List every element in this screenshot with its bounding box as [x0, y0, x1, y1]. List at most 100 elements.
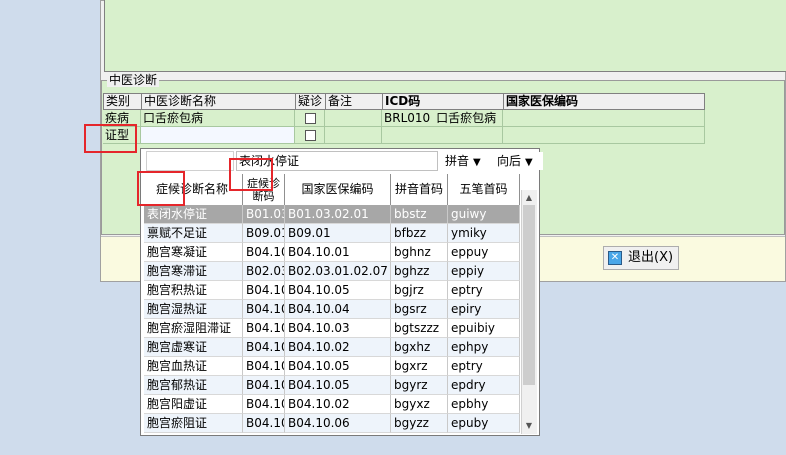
picker-row-name: 表闭水停证 [144, 205, 243, 224]
picker-row-wubi: epuibiy [448, 319, 520, 338]
picker-row-code: B01.03 [243, 205, 285, 224]
picker-row-code: B04.10 [243, 338, 285, 357]
picker-row[interactable]: 胞宫瘀阻证 B04.10 B04.10.06 bgyzz epuby [144, 414, 520, 433]
picker-row[interactable]: 胞宫血热证 B04.10 B04.10.05 bgxrz eptry [144, 357, 520, 376]
picker-row-code: B04.10 [243, 319, 285, 338]
row2-note[interactable] [325, 127, 382, 144]
picker-row-insurance: B04.10.05 [285, 281, 391, 300]
chevron-down-icon: ▼ [525, 157, 533, 168]
row1-suspected-checkbox[interactable] [305, 113, 316, 124]
picker-row-insurance: B04.10.04 [285, 300, 391, 319]
upper-panel [104, 0, 786, 72]
highlight-name-header [137, 171, 185, 206]
picker-row[interactable]: 胞宫瘀湿阻滞证 B04.10 B04.10.03 bgtszzz epuibiy [144, 319, 520, 338]
picker-row-insurance: B04.10.02 [285, 395, 391, 414]
col-header-category[interactable]: 类别 [103, 93, 141, 110]
col-header-name[interactable]: 中医诊断名称 [141, 93, 295, 110]
picker-row-code: B04.10 [243, 357, 285, 376]
col-header-icd[interactable]: ICD码 [382, 93, 503, 110]
picker-row[interactable]: 胞宫虚寒证 B04.10 B04.10.02 bgxhz ephpy [144, 338, 520, 357]
picker-row[interactable]: 胞宫积热证 B04.10 B04.10.05 bgjrz eptry [144, 281, 520, 300]
picker-header-wubi[interactable]: 五笔首码 [448, 174, 520, 206]
row2-icd[interactable] [382, 127, 503, 144]
picker-row-insurance: B09.01 [285, 224, 391, 243]
picker-row-wubi: epiry [448, 300, 520, 319]
picker-row-wubi: guiwy [448, 205, 520, 224]
picker-row-wubi: eptry [448, 357, 520, 376]
row2-name[interactable] [141, 127, 295, 144]
picker-row-wubi: ephpy [448, 338, 520, 357]
picker-row-pinyin: bgyxz [391, 395, 448, 414]
row1-name[interactable]: 口舌瘀包病 [141, 110, 295, 127]
col-header-insurance[interactable]: 国家医保编码 [503, 93, 705, 110]
picker-row-insurance: B04.10.02 [285, 338, 391, 357]
picker-row-insurance: B04.10.01 [285, 243, 391, 262]
picker-left-field[interactable] [146, 151, 234, 171]
picker-row-wubi: epdry [448, 376, 520, 395]
picker-row-code: B04.10 [243, 243, 285, 262]
col-header-suspected[interactable]: 疑诊 [295, 93, 325, 110]
picker-row[interactable]: 胞宫寒滞证 B02.03 B02.03.01.02.07 bghzz eppiy [144, 262, 520, 281]
picker-row-wubi: epbhy [448, 395, 520, 414]
picker-row-insurance: B02.03.01.02.07 [285, 262, 391, 281]
picker-row-name: 胞宫湿热证 [144, 300, 243, 319]
picker-header-pinyin[interactable]: 拼音首码 [391, 174, 448, 206]
picker-row-name: 胞宫瘀湿阻滞证 [144, 319, 243, 338]
col-header-note[interactable]: 备注 [325, 93, 382, 110]
picker-row[interactable]: 禀赋不足证 B09.01 B09.01 bfbzz ymiky [144, 224, 520, 243]
picker-row-code: B04.10 [243, 300, 285, 319]
picker-row-wubi: eptry [448, 281, 520, 300]
picker-row-wubi: ymiky [448, 224, 520, 243]
picker-row-pinyin: bgxhz [391, 338, 448, 357]
picker-row-pinyin: bgjrz [391, 281, 448, 300]
row1-note[interactable] [325, 110, 382, 127]
picker-row-pinyin: bbstz [391, 205, 448, 224]
picker-row-wubi: eppiy [448, 262, 520, 281]
direction-label: 向后 [497, 154, 522, 168]
picker-row[interactable]: 胞宫湿热证 B04.10 B04.10.04 bgsrz epiry [144, 300, 520, 319]
picker-row-pinyin: bgxrz [391, 357, 448, 376]
picker-row-insurance: B04.10.06 [285, 414, 391, 433]
picker-row-pinyin: bgsrz [391, 300, 448, 319]
picker-row-code: B04.10 [243, 281, 285, 300]
picker-row-name: 胞宫郁热证 [144, 376, 243, 395]
picker-row-pinyin: bfbzz [391, 224, 448, 243]
row1-icd-code: BRL010 [384, 111, 431, 125]
row2-suspected-checkbox[interactable] [305, 130, 316, 141]
picker-row[interactable]: 胞宫郁热证 B04.10 B04.10.05 bgyrz epdry [144, 376, 520, 395]
chevron-down-icon: ▼ [473, 157, 481, 168]
row1-icd[interactable]: BRL010 口舌瘀包病 [382, 110, 503, 127]
picker-row-pinyin: bgyrz [391, 376, 448, 395]
group-title: 中医诊断 [107, 73, 160, 87]
picker-row-code: B09.01 [243, 224, 285, 243]
row1-insurance[interactable] [503, 110, 705, 127]
picker-row-code: B02.03 [243, 262, 285, 281]
scroll-up-icon[interactable]: ▲ [521, 190, 537, 205]
row1-icd-name: 口舌瘀包病 [436, 111, 497, 125]
scroll-thumb[interactable] [523, 205, 535, 385]
picker-row-pinyin: bghnz [391, 243, 448, 262]
picker-row-name: 胞宫积热证 [144, 281, 243, 300]
picker-row-insurance: B04.10.05 [285, 376, 391, 395]
picker-row-name: 胞宫虚寒证 [144, 338, 243, 357]
picker-header-insurance[interactable]: 国家医保编码 [285, 174, 391, 206]
picker-row[interactable]: 表闭水停证 B01.03 B01.03.02.01 bbstz guiwy [144, 205, 520, 224]
match-mode-label: 拼音 [445, 154, 470, 168]
picker-row-insurance: B01.03.02.01 [285, 205, 391, 224]
picker-row[interactable]: 胞宫寒凝证 B04.10 B04.10.01 bghnz eppuy [144, 243, 520, 262]
picker-row-code: B04.10 [243, 414, 285, 433]
picker-row-name: 胞宫血热证 [144, 357, 243, 376]
direction-select[interactable]: 向后 ▼ [497, 152, 543, 170]
picker-row-insurance: B04.10.05 [285, 357, 391, 376]
picker-row-wubi: epuby [448, 414, 520, 433]
row2-insurance[interactable] [503, 127, 705, 144]
exit-icon: ✕ [608, 251, 622, 265]
highlight-code-header [229, 158, 273, 191]
picker-row-name: 胞宫寒凝证 [144, 243, 243, 262]
picker-row-pinyin: bgtszzz [391, 319, 448, 338]
match-mode-select[interactable]: 拼音 ▼ [445, 152, 495, 170]
picker-row-name: 胞宫寒滞证 [144, 262, 243, 281]
picker-row[interactable]: 胞宫阳虚证 B04.10 B04.10.02 bgyxz epbhy [144, 395, 520, 414]
picker-row-name: 胞宫阳虚证 [144, 395, 243, 414]
scroll-down-icon[interactable]: ▼ [521, 418, 537, 433]
